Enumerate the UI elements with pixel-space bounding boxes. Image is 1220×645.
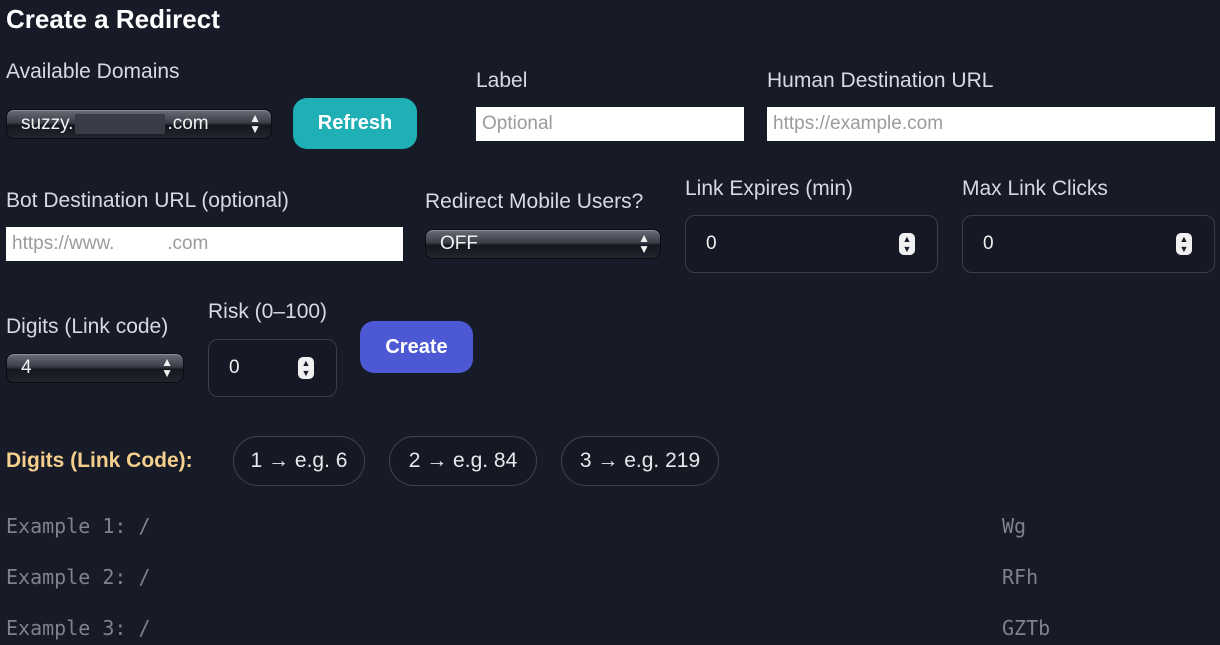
example-prefix: Example 1: / <box>6 514 151 538</box>
max-clicks-label: Max Link Clicks <box>962 177 1108 200</box>
human-url-label: Human Destination URL <box>767 69 994 92</box>
expires-value: 0 <box>706 233 717 254</box>
risk-input[interactable]: 0 ▲ ▼ <box>208 339 337 397</box>
page-title: Create a Redirect <box>6 4 220 34</box>
redacted-path <box>168 561 1002 593</box>
refresh-button[interactable]: Refresh <box>293 98 417 149</box>
domain-select[interactable]: suzzy. .com ▲ ▼ <box>6 109 272 139</box>
digits-label: Digits (Link code) <box>6 315 169 338</box>
example-line-2: Example 2: / <box>6 565 151 589</box>
domain-suffix: .com <box>167 113 209 134</box>
expires-input[interactable]: 0 ▲ ▼ <box>685 215 938 273</box>
mobile-selected: OFF <box>440 233 478 254</box>
stepper-icon[interactable]: ▲ ▼ <box>899 233 915 255</box>
mobile-redirect-select[interactable]: OFF ▲ ▼ <box>425 229 661 259</box>
stepper-icon[interactable]: ▲ ▼ <box>298 357 314 379</box>
example-prefix: Example 3: / <box>6 616 151 640</box>
digits-selected: 4 <box>21 357 32 378</box>
risk-label: Risk (0–100) <box>208 300 328 323</box>
example-suffix: GZTb <box>1002 616 1051 640</box>
digits-example-chip: 2 → e.g. 84 <box>389 436 537 486</box>
digits-select[interactable]: 4 ▲ ▼ <box>6 353 184 383</box>
digits-help-label: Digits (Link Code): <box>6 449 193 472</box>
domain-prefix: suzzy. <box>21 113 74 134</box>
bot-url-input[interactable] <box>6 227 403 261</box>
example-suffix: RFh <box>1002 565 1039 589</box>
select-arrows-icon: ▲ ▼ <box>249 111 261 136</box>
expires-label: Link Expires (min) <box>685 177 854 200</box>
example-line-1: Example 1: / <box>6 514 151 538</box>
max-clicks-input[interactable]: 0 ▲ ▼ <box>962 215 1215 273</box>
create-button[interactable]: Create <box>360 321 473 373</box>
human-url-input[interactable] <box>767 107 1215 141</box>
select-arrows-icon: ▲ ▼ <box>638 231 650 256</box>
example-line-3: Example 3: / <box>6 616 151 640</box>
redacted-path <box>168 612 1002 644</box>
risk-value: 0 <box>229 357 240 378</box>
mobile-redirect-label: Redirect Mobile Users? <box>425 190 644 213</box>
redacted-path <box>168 510 1002 542</box>
available-domains-label: Available Domains <box>6 60 180 83</box>
label-input[interactable] <box>476 107 744 141</box>
redacted-domain <box>75 113 166 134</box>
select-arrows-icon: ▲ ▼ <box>161 355 173 380</box>
stepper-icon[interactable]: ▲ ▼ <box>1176 233 1192 255</box>
label-field-label: Label <box>476 69 528 92</box>
digits-example-chip: 1 → e.g. 6 <box>233 436 365 486</box>
max-clicks-value: 0 <box>983 233 994 254</box>
bot-url-label: Bot Destination URL (optional) <box>6 189 289 212</box>
digits-example-chip: 3 → e.g. 219 <box>561 436 719 486</box>
example-suffix: Wg <box>1002 514 1027 538</box>
example-prefix: Example 2: / <box>6 565 151 589</box>
